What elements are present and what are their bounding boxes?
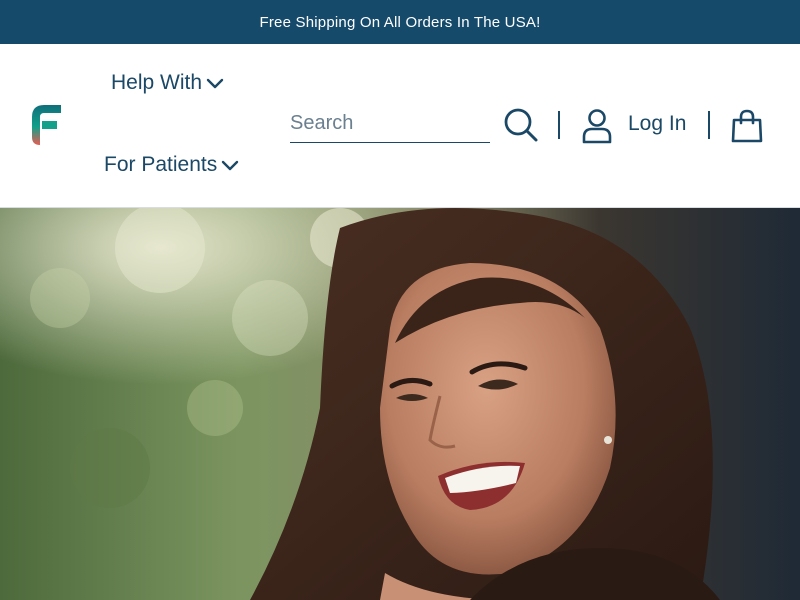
nav-help-with[interactable]: Help With xyxy=(111,71,224,95)
nav-for-patients-label: For Patients xyxy=(104,153,218,176)
nav-for-patients[interactable]: For Patients xyxy=(104,153,239,177)
site-header: Help With For Patients Log In xyxy=(0,44,800,208)
search-input[interactable] xyxy=(290,106,490,140)
chevron-down-icon xyxy=(206,78,224,89)
divider xyxy=(558,111,560,139)
announcement-text: Free Shipping On All Orders In The USA! xyxy=(259,13,541,31)
announcement-bar: Free Shipping On All Orders In The USA! xyxy=(0,0,800,44)
hero-image xyxy=(0,208,800,600)
brand-logo[interactable] xyxy=(29,103,63,147)
divider xyxy=(708,111,710,139)
login-link[interactable]: Log In xyxy=(628,112,686,136)
nav-help-with-label: Help With xyxy=(111,71,203,94)
user-icon[interactable] xyxy=(581,108,613,144)
chevron-down-icon xyxy=(222,160,239,171)
smiling-woman-photo xyxy=(0,208,800,600)
shopping-bag-icon[interactable] xyxy=(731,109,763,143)
search-field xyxy=(290,106,490,143)
search-icon[interactable] xyxy=(503,107,539,143)
